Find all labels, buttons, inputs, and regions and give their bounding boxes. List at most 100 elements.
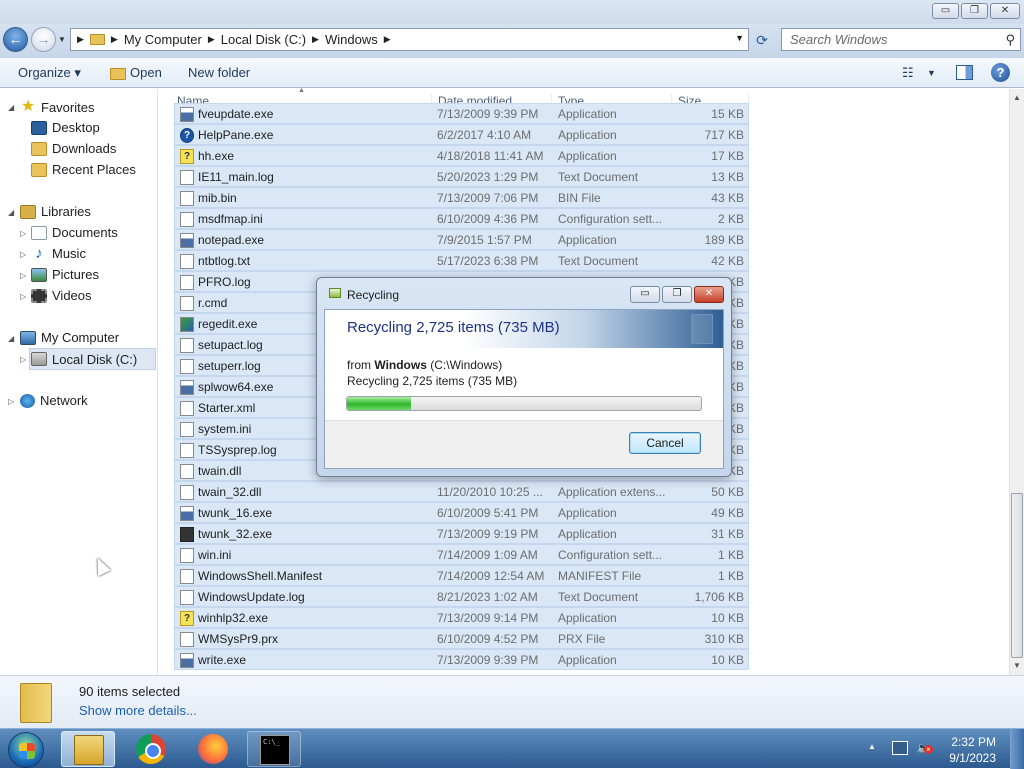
views-dropdown-icon[interactable]: ▼ (927, 68, 936, 78)
file-row[interactable]: write.exe 7/13/2009 9:39 PM Application 10 … (174, 649, 749, 670)
dialog-minimize-button[interactable]: ▭ (630, 286, 660, 303)
show-hidden-icons-icon[interactable]: ▲ (868, 742, 876, 751)
file-row[interactable]: notepad.exe 7/9/2015 1:57 PM Application 18… (174, 229, 749, 250)
recycling-dialog: Recycling ▭ ❐ ✕ Recycling 2,725 items (7… (316, 277, 732, 477)
nav-music[interactable]: ♪ Music (31, 246, 86, 262)
show-more-details-link[interactable]: Show more details... (79, 703, 197, 718)
search-icon[interactable]: ⚲ (1005, 29, 1015, 50)
file-date: 7/13/2009 9:39 PM (437, 652, 539, 667)
search-input[interactable]: Search Windows ⚲ (781, 28, 1021, 51)
file-row[interactable]: fveupdate.exe 7/13/2009 9:39 PM Applicatio… (174, 103, 749, 124)
preview-pane-icon[interactable] (956, 65, 973, 80)
chevron-right-icon[interactable]: ▶ (208, 34, 215, 45)
views-icon[interactable]: ☷ (902, 65, 914, 81)
expand-videos-icon[interactable]: ▷ (20, 292, 26, 301)
file-size: 1 KB (717, 547, 744, 562)
address-bar[interactable]: ▶ ▶ My Computer ▶ Local Disk (C:) ▶ Wind… (70, 28, 749, 51)
address-dropdown-icon[interactable]: ▼ (735, 33, 744, 43)
expand-music-icon[interactable]: ▷ (20, 250, 26, 259)
file-row[interactable]: WindowsShell.Manifest 7/14/2009 12:54 AM M… (174, 565, 749, 586)
start-button[interactable] (8, 732, 44, 768)
command-prompt-icon: C:\_ (260, 735, 290, 765)
chevron-right-icon[interactable]: ▶ (111, 34, 118, 45)
hard-drive-icon (31, 352, 47, 366)
breadcrumb-my-computer[interactable]: My Computer (124, 32, 202, 47)
expand-favorites-icon[interactable]: ◢ (8, 103, 14, 112)
file-name: twunk_16.exe (198, 505, 273, 520)
chevron-right-icon[interactable]: ▶ (312, 34, 319, 45)
expand-local-disk-icon[interactable]: ▷ (20, 355, 26, 364)
scroll-up-icon[interactable]: ▲ (1013, 93, 1021, 102)
file-date: 7/14/2009 1:09 AM (437, 547, 538, 562)
nav-network[interactable]: Network (20, 393, 88, 408)
breadcrumb-local-disk[interactable]: Local Disk (C:) (221, 32, 306, 47)
new-folder-button[interactable]: New folder (188, 65, 250, 80)
dialog-maximize-button[interactable]: ❐ (662, 286, 692, 303)
taskbar-firefox-button[interactable] (186, 731, 240, 767)
window-titlebar: ▭ ❐ ✕ (0, 0, 1024, 24)
file-exe-icon (180, 653, 194, 668)
downloads-icon (31, 141, 47, 156)
file-row[interactable]: IE11_main.log 5/20/2023 1:29 PM Text Docum… (174, 166, 749, 187)
expand-documents-icon[interactable]: ▷ (20, 229, 26, 238)
desktop-icon (31, 120, 47, 135)
close-button[interactable]: ✕ (990, 3, 1020, 19)
expand-computer-icon[interactable]: ◢ (8, 334, 14, 343)
file-row[interactable]: ntbtlog.txt 5/17/2023 6:38 PM Text Documen… (174, 250, 749, 271)
expand-network-icon[interactable]: ▷ (8, 397, 14, 406)
cancel-button[interactable]: Cancel (629, 432, 701, 454)
expand-pictures-icon[interactable]: ▷ (20, 271, 26, 280)
file-name: winhlp32.exe (198, 610, 269, 625)
file-row[interactable]: WindowsUpdate.log 8/21/2023 1:02 AM Text D… (174, 586, 749, 607)
nav-desktop[interactable]: Desktop (31, 120, 100, 135)
dialog-close-button[interactable]: ✕ (694, 286, 724, 303)
file-blank-icon (180, 632, 194, 647)
file-row[interactable]: ? HelpPane.exe 6/2/2017 4:10 AM Application… (174, 124, 749, 145)
taskbar-chrome-button[interactable] (124, 731, 178, 767)
file-row[interactable]: ? hh.exe 4/18/2018 11:41 AM Application 17 K… (174, 145, 749, 166)
open-button[interactable]: Open (110, 65, 162, 80)
nav-local-disk[interactable]: Local Disk (C:) (29, 348, 156, 370)
file-size: 42 KB (711, 253, 744, 268)
nav-documents[interactable]: Documents (31, 225, 118, 240)
network-tray-icon[interactable] (892, 741, 908, 755)
file-row[interactable]: mib.bin 7/13/2009 7:06 PM BIN File 43 KB (174, 187, 749, 208)
dialog-content: Recycling 2,725 items (735 MB) from Wind… (324, 309, 724, 469)
file-size: 2 KB (717, 211, 744, 226)
taskbar-cmd-button[interactable]: C:\_ (247, 731, 301, 767)
file-row[interactable]: ? winhlp32.exe 7/13/2009 9:14 PM Applicatio… (174, 607, 749, 628)
recent-pages-dropdown[interactable]: ▼ (58, 35, 66, 44)
scrollbar-thumb[interactable] (1011, 493, 1023, 658)
minimize-button[interactable]: ▭ (932, 3, 959, 19)
file-row[interactable]: msdfmap.ini 6/10/2009 4:36 PM Configuratio… (174, 208, 749, 229)
clock[interactable]: 2:32 PM 9/1/2023 (949, 734, 996, 766)
nav-my-computer[interactable]: My Computer (20, 330, 119, 345)
show-desktop-button[interactable] (1010, 729, 1024, 769)
nav-pictures[interactable]: Pictures (31, 267, 99, 282)
help-icon[interactable]: ? (991, 63, 1010, 82)
nav-libraries[interactable]: Libraries (20, 204, 91, 219)
refresh-icon[interactable]: ⟳ (752, 30, 772, 50)
scroll-down-icon[interactable]: ▼ (1013, 661, 1021, 670)
back-button[interactable]: ← (3, 27, 28, 52)
chevron-right-icon[interactable]: ▶ (384, 34, 391, 45)
organize-button[interactable]: Organize ▾ (18, 65, 81, 81)
maximize-button[interactable]: ❐ (961, 3, 988, 19)
taskbar-explorer-button[interactable] (61, 731, 115, 767)
nav-videos[interactable]: Videos (31, 288, 92, 303)
file-row[interactable]: twain_32.dll 11/20/2010 10:25 ... Applicat… (174, 481, 749, 502)
expand-libraries-icon[interactable]: ◢ (8, 208, 14, 217)
file-row[interactable]: win.ini 7/14/2009 1:09 AM Configuration se… (174, 544, 749, 565)
forward-button[interactable]: → (31, 27, 56, 52)
source-prefix: from (347, 358, 375, 372)
file-row[interactable]: twunk_16.exe 6/10/2009 5:41 PM Application… (174, 502, 749, 523)
file-row[interactable]: twunk_32.exe 7/13/2009 9:19 PM Application… (174, 523, 749, 544)
nav-downloads[interactable]: Downloads (31, 141, 116, 156)
nav-favorites[interactable]: ★ Favorites (20, 99, 95, 115)
file-type: Application (558, 610, 617, 625)
chevron-right-icon[interactable]: ▶ (77, 34, 84, 45)
file-row[interactable]: WMSysPr9.prx 6/10/2009 4:52 PM PRX File 310… (174, 628, 749, 649)
vertical-scrollbar[interactable]: ▲ ▼ (1009, 89, 1024, 675)
nav-recent-places[interactable]: Recent Places (31, 162, 136, 177)
breadcrumb-windows[interactable]: Windows (325, 32, 378, 47)
